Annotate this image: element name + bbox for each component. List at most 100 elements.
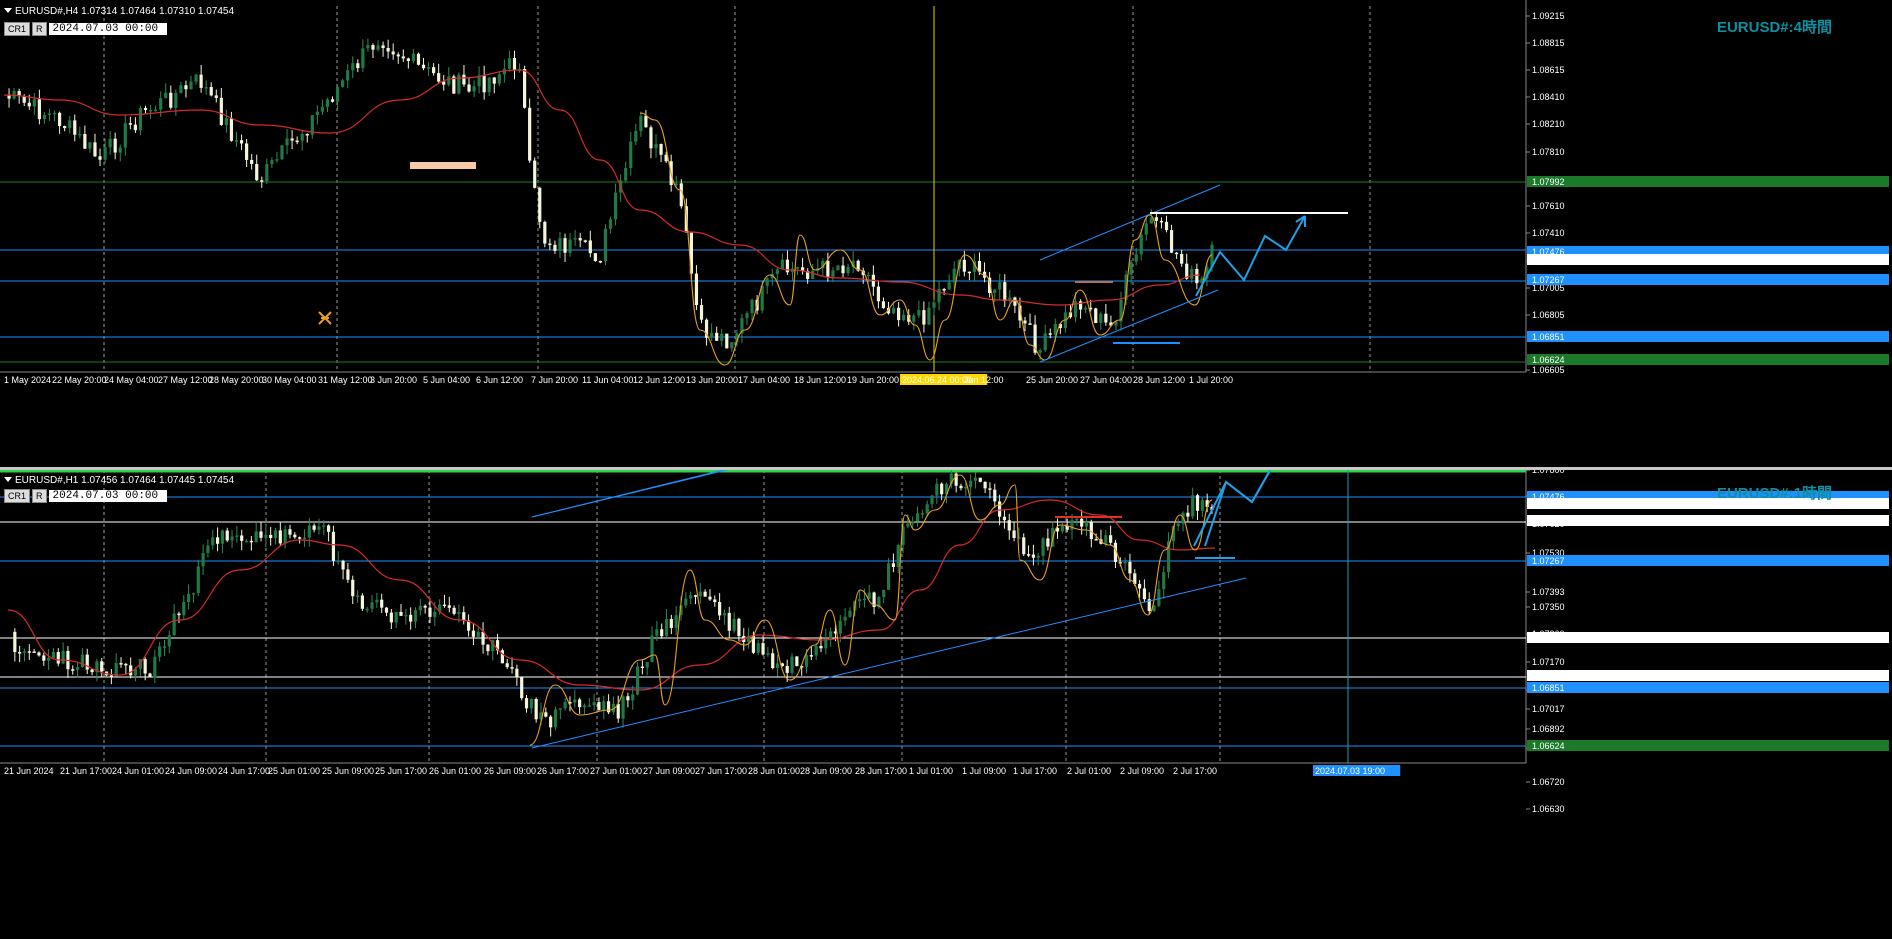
candle-body bbox=[1026, 554, 1031, 556]
candle-body bbox=[634, 131, 638, 142]
candle-body bbox=[1123, 561, 1127, 564]
candle-body bbox=[507, 58, 512, 69]
candle-body bbox=[588, 240, 592, 254]
candle-body bbox=[68, 120, 72, 129]
collapse-triangle-icon[interactable] bbox=[4, 8, 12, 13]
price-tick-label: 1.08410 bbox=[1532, 92, 1565, 102]
candle-body bbox=[886, 563, 891, 590]
time-tick-label: 30 May 04:00 bbox=[262, 375, 317, 385]
h4-chart-canvas[interactable]: 1.09215 1.08815 1.08615 1.08410 1.08210 1.078… bbox=[0, 0, 1892, 469]
candle-body bbox=[775, 269, 779, 274]
candle-body bbox=[718, 602, 722, 616]
candle-body bbox=[270, 160, 274, 165]
time-tick-label: 24 May 04:00 bbox=[104, 375, 159, 385]
cr-button[interactable]: CR1 bbox=[4, 489, 31, 503]
candle-body bbox=[1104, 313, 1108, 323]
candle-body bbox=[27, 651, 31, 653]
time-tick-label: 25 Jun 17:00 bbox=[375, 766, 427, 776]
candle-body bbox=[902, 314, 906, 321]
candle-body bbox=[93, 142, 97, 157]
price-level-tag-bg bbox=[1527, 254, 1889, 265]
candle-body bbox=[47, 658, 51, 661]
candle-body bbox=[360, 595, 364, 609]
time-tick-label: 5 Jun 04:00 bbox=[423, 375, 470, 385]
candle-body bbox=[1200, 500, 1204, 511]
candle-body bbox=[260, 180, 264, 182]
candle-body bbox=[153, 656, 157, 678]
candle-body bbox=[269, 534, 273, 539]
candle-body bbox=[423, 605, 427, 608]
candle-body bbox=[42, 115, 47, 120]
candle-body bbox=[148, 673, 152, 678]
time-tick-label: 1 Jul 09:00 bbox=[962, 766, 1006, 776]
time-tick-label: 28 Jun 12:00 bbox=[1133, 375, 1185, 385]
candle-body bbox=[1038, 350, 1042, 353]
candle-body bbox=[505, 663, 509, 668]
cr-button[interactable]: CR1 bbox=[4, 22, 31, 36]
candle-body bbox=[154, 109, 158, 112]
candle-body bbox=[471, 630, 476, 637]
candle-body bbox=[472, 86, 476, 92]
projection-path bbox=[1204, 470, 1272, 547]
candle-body bbox=[119, 663, 123, 665]
time-tick-label: 27 Jun 17:00 bbox=[695, 766, 747, 776]
h4-chart-panel[interactable]: 1.09215 1.08815 1.08615 1.08410 1.08210 1.078… bbox=[0, 0, 1892, 469]
time-tick-label: 19 Jun 20:00 bbox=[847, 375, 899, 385]
candle-body bbox=[249, 540, 253, 543]
candle-body bbox=[649, 127, 653, 149]
candle-body bbox=[22, 96, 26, 103]
candle-body bbox=[897, 307, 901, 321]
candle-body bbox=[305, 133, 309, 136]
price-tick-label: 1.08815 bbox=[1532, 38, 1565, 48]
candle-body bbox=[582, 705, 587, 708]
h1-chart-canvas[interactable]: 1.078001.077101.076201.075301.073931.073… bbox=[0, 470, 1892, 939]
price-tick-label: 1.07410 bbox=[1532, 228, 1565, 238]
candle-body bbox=[533, 160, 537, 188]
candle-body bbox=[346, 569, 350, 580]
price-tick-label: 1.06720 bbox=[1532, 777, 1565, 787]
candle-body bbox=[1104, 535, 1108, 544]
candle-body bbox=[437, 73, 441, 82]
datetime-field[interactable]: 2024.07.03 00:00 bbox=[48, 490, 167, 502]
candle-body bbox=[409, 614, 413, 622]
candle-body bbox=[775, 663, 780, 669]
candle-body bbox=[78, 133, 82, 136]
collapse-triangle-icon[interactable] bbox=[4, 477, 12, 482]
candle-body bbox=[997, 501, 1002, 517]
candle-body bbox=[206, 545, 210, 554]
candle-body bbox=[396, 54, 400, 57]
candle-body bbox=[811, 270, 815, 279]
candle-body bbox=[307, 525, 311, 538]
price-tick-label: 1.07810 bbox=[1532, 147, 1565, 157]
candle-body bbox=[1080, 518, 1084, 527]
candle-body bbox=[129, 665, 133, 676]
candle-body bbox=[433, 611, 437, 617]
time-tick-label: 21 Jun 2024 bbox=[4, 766, 54, 776]
candle-body bbox=[891, 563, 895, 567]
h1-chart-panel[interactable]: 1.078001.077101.076201.075301.073931.073… bbox=[0, 470, 1892, 939]
candle-body bbox=[133, 124, 138, 131]
candle-body bbox=[669, 619, 673, 628]
candle-body bbox=[1109, 535, 1113, 543]
candle-body bbox=[727, 612, 731, 631]
r-button[interactable]: R bbox=[32, 22, 47, 36]
candle-body bbox=[1094, 539, 1098, 541]
time-tick-label: 17 Jun 04:00 bbox=[738, 375, 790, 385]
time-tick-label: 26 Jun 17:00 bbox=[537, 766, 589, 776]
candle-body bbox=[766, 653, 770, 655]
candle-body bbox=[37, 99, 41, 120]
candle-body bbox=[315, 111, 319, 116]
r-button[interactable]: R bbox=[32, 489, 47, 503]
candle-body bbox=[1003, 282, 1007, 302]
candle-body bbox=[947, 282, 951, 290]
datetime-field[interactable]: 2024.07.03 00:00 bbox=[48, 23, 167, 35]
candle-body bbox=[1041, 538, 1045, 556]
candle-body bbox=[922, 310, 926, 325]
candle-body bbox=[606, 701, 611, 713]
candle-body bbox=[983, 481, 987, 489]
candle-body bbox=[182, 602, 186, 616]
candle-body bbox=[644, 115, 648, 128]
candle-body bbox=[406, 58, 410, 62]
candle-body bbox=[162, 646, 167, 648]
candle-body bbox=[196, 566, 200, 594]
